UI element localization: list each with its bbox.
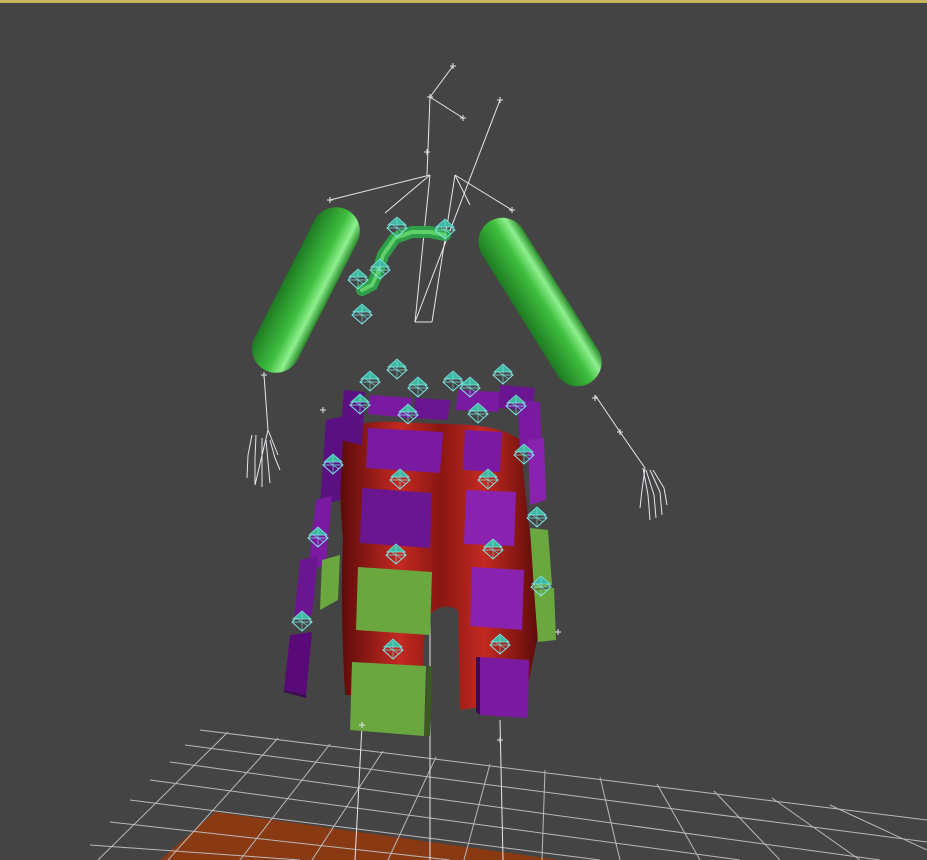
scene-canvas[interactable] [0, 0, 927, 860]
viewport-perspective[interactable] [0, 0, 927, 860]
right-hand-bones [639, 467, 668, 521]
left-hand-bones [246, 434, 281, 487]
right-arm-capsule[interactable] [469, 209, 610, 396]
neck-chain[interactable] [356, 226, 451, 296]
ground-plane[interactable] [160, 812, 560, 860]
left-arm-capsule[interactable] [244, 199, 368, 381]
